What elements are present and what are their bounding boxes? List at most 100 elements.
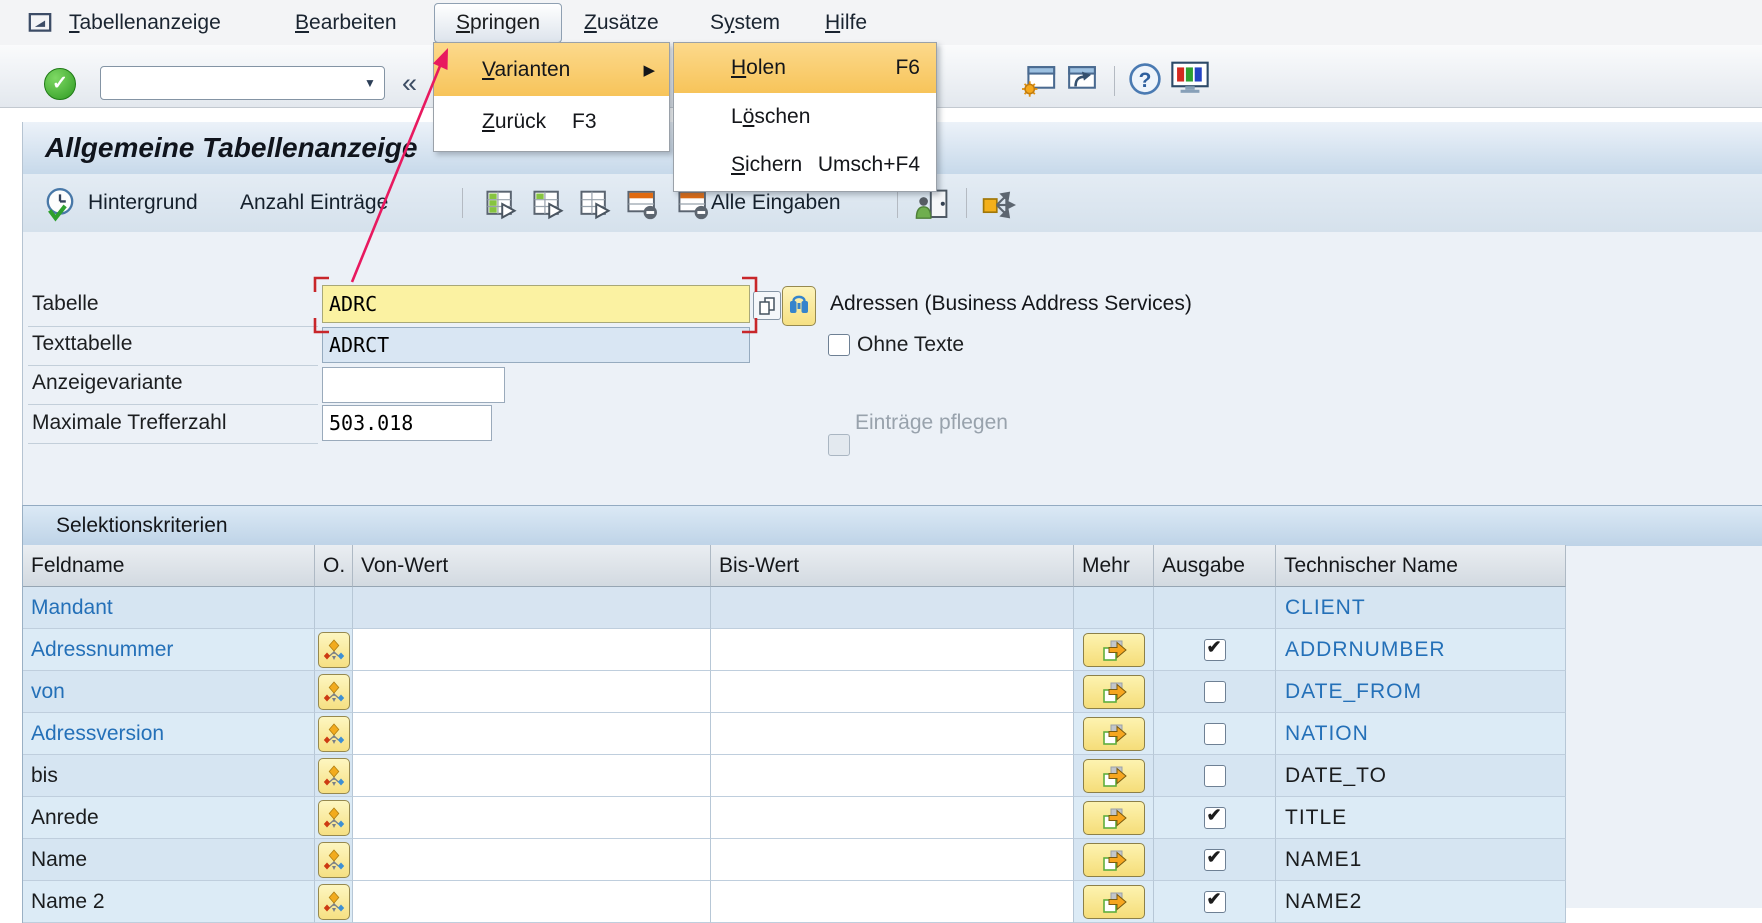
ohne-texte-checkbox[interactable] [828, 334, 850, 356]
table-description: Adressen (Business Address Services) [830, 285, 1192, 323]
von-wert-input[interactable] [353, 839, 710, 880]
table-row: Anrede TITLE [22, 797, 1565, 839]
output-checkbox[interactable] [1204, 849, 1226, 871]
mehr-cell [1074, 755, 1154, 797]
mehr-button[interactable] [1083, 885, 1145, 919]
bis-wert-input[interactable] [711, 713, 1073, 754]
fields-for-selection-one-icon[interactable] [532, 188, 564, 220]
window-menu-icon[interactable] [26, 10, 54, 36]
command-field-dropdown-icon[interactable]: ▼ [358, 66, 382, 100]
mehr-button[interactable] [1083, 633, 1145, 667]
output-checkbox[interactable] [1204, 723, 1226, 745]
new-session-icon[interactable] [1022, 62, 1058, 98]
menu-tabellenanzeige[interactable]: Tabellenanzeige [69, 0, 221, 45]
deselect-output-field-icon[interactable] [626, 188, 660, 220]
menu-bearbeiten[interactable]: Bearbeiten [295, 0, 397, 45]
copy-values-icon[interactable] [753, 291, 781, 320]
mehr-button[interactable] [1083, 717, 1145, 751]
mehr-button[interactable] [1083, 759, 1145, 793]
menu-item-holen[interactable]: Holen F6 [674, 43, 936, 93]
mehr-button[interactable] [1083, 801, 1145, 835]
distribute-icon[interactable] [980, 188, 1016, 222]
menu-shortcut: F3 [572, 110, 597, 134]
bis-wert-input[interactable] [711, 755, 1073, 796]
menu-item-varianten[interactable]: Varianten ▶ [434, 43, 669, 96]
bis-wert-input[interactable] [711, 797, 1073, 838]
von-wert-input[interactable] [353, 797, 710, 838]
field-label-cell: Anrede [23, 797, 315, 839]
selection-options-button[interactable] [318, 674, 350, 710]
anzeigevariante-label: Anzeigevariante [32, 363, 183, 403]
anzeigevariante-input[interactable] [322, 367, 505, 403]
field-label-cell: Mandant [23, 587, 315, 629]
table-row: Name NAME1 [22, 839, 1565, 881]
table-row: bis DATE_TO [22, 755, 1565, 797]
von-wert-input[interactable] [353, 881, 710, 922]
bis-wert-input[interactable] [711, 671, 1073, 712]
user-parameters-icon[interactable] [914, 188, 950, 222]
collapse-toolbar-icon[interactable]: « [402, 62, 417, 104]
col-ausgabe: Ausgabe [1154, 545, 1276, 587]
customize-layout-icon[interactable] [1170, 60, 1210, 96]
deselect-all-output-icon[interactable] [677, 188, 711, 220]
selection-options-button[interactable] [318, 842, 350, 878]
output-checkbox[interactable] [1204, 639, 1226, 661]
texttabelle-input[interactable] [322, 327, 750, 363]
option-cell [315, 713, 353, 755]
fields-for-selection-all-icon[interactable] [485, 188, 517, 220]
continue-icon[interactable]: ✓ [44, 68, 76, 100]
selection-options-button[interactable] [318, 716, 350, 752]
max-trefferzahl-input[interactable] [322, 405, 492, 441]
bis-wert-input[interactable] [711, 839, 1073, 880]
selection-options-button[interactable] [318, 800, 350, 836]
menu-item-label: Sichern [674, 153, 802, 177]
output-checkbox[interactable] [1204, 807, 1226, 829]
menu-item-sichern[interactable]: Sichern Umsch+F4 [674, 141, 936, 189]
von-wert-input[interactable] [353, 671, 710, 712]
von-wert-input[interactable] [353, 713, 710, 754]
execute-icon[interactable] [42, 186, 78, 222]
field-label[interactable]: Name 2 [23, 890, 105, 914]
mehr-button[interactable] [1083, 843, 1145, 877]
output-checkbox[interactable] [1204, 891, 1226, 913]
anzahl-eintraege-button[interactable]: Anzahl Einträge [240, 174, 388, 232]
menu-hilfe[interactable]: Hilfe [825, 0, 867, 45]
field-label[interactable]: Anrede [23, 806, 99, 830]
field-label[interactable]: Adressversion [23, 722, 164, 746]
eintraege-pflegen-checkbox[interactable] [828, 434, 850, 456]
selection-options-button[interactable] [318, 632, 350, 668]
fields-for-selection-none-icon[interactable] [579, 188, 611, 220]
menu-springen[interactable]: Springen [434, 3, 562, 43]
command-field[interactable] [100, 66, 385, 100]
bis-wert-input[interactable] [711, 881, 1073, 922]
mehr-button[interactable] [1083, 675, 1145, 709]
selection-options-button[interactable] [318, 758, 350, 794]
menu-item-zurueck[interactable]: Zurück F3 [434, 96, 669, 148]
bis-wert-cell [711, 587, 1074, 629]
field-label[interactable]: Adressnummer [23, 638, 173, 662]
tech-name: NAME1 [1276, 848, 1362, 872]
field-label[interactable]: Name [23, 848, 87, 872]
menu-zusaetze[interactable]: Zusätze [584, 0, 659, 45]
selection-options-button[interactable] [318, 884, 350, 920]
field-label[interactable]: von [23, 680, 65, 704]
tech-name: CLIENT [1276, 596, 1366, 620]
create-shortcut-icon[interactable] [1064, 62, 1100, 98]
output-checkbox[interactable] [1204, 681, 1226, 703]
tech-name-cell: NAME2 [1276, 881, 1566, 923]
von-wert-input[interactable] [353, 629, 710, 670]
hintergrund-button[interactable]: Hintergrund [88, 174, 198, 232]
ausgabe-cell [1154, 797, 1276, 839]
field-label[interactable]: Mandant [23, 596, 113, 620]
bis-wert-input[interactable] [711, 629, 1073, 670]
find-icon[interactable] [782, 286, 816, 326]
field-label[interactable]: bis [23, 764, 58, 788]
help-icon[interactable]: ? [1128, 62, 1162, 96]
menu-item-loeschen[interactable]: Löschen [674, 93, 936, 141]
tabelle-input[interactable] [322, 285, 750, 323]
output-checkbox[interactable] [1204, 765, 1226, 787]
field-label-cell: Adressversion [23, 713, 315, 755]
menu-system[interactable]: System [710, 0, 780, 45]
von-wert-input[interactable] [353, 755, 710, 796]
bis-wert-cell [711, 881, 1074, 923]
